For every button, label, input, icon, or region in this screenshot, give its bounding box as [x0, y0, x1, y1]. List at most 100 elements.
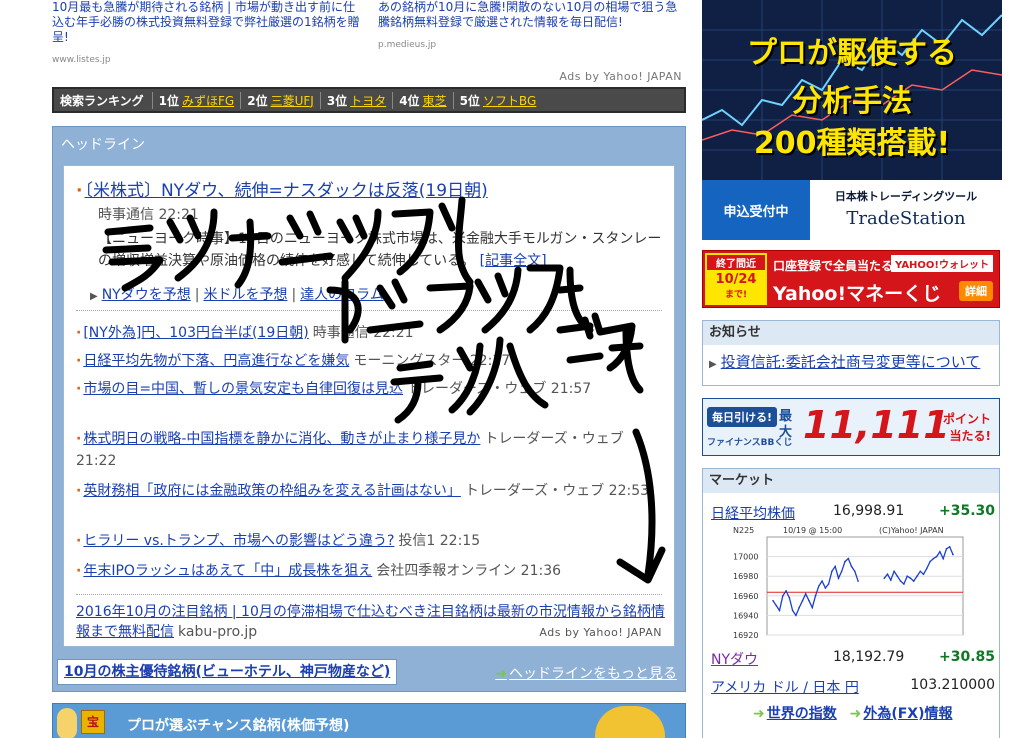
separator: |: [291, 287, 297, 303]
arrow-icon: ▶: [709, 359, 717, 370]
points-label: ポイント 当たる!: [943, 411, 991, 445]
shareholder-benefits-button[interactable]: 10月の株主優待銘柄(ビューホテル、神戸物産など): [57, 659, 398, 685]
ads-by-label[interactable]: Ads by Yahoo! JAPAN: [539, 626, 662, 639]
ts-brand-name: TradeStation: [846, 208, 966, 229]
news-link[interactable]: 株式明日の戦略-中国指標を静かに消化、動きが止まり様子見か: [83, 431, 480, 447]
ads-by-label[interactable]: Ads by Yahoo! JAPAN: [559, 70, 682, 83]
ranking-link[interactable]: 東芝: [423, 94, 447, 108]
arrow-right-icon: ➜: [495, 666, 507, 682]
notice-link[interactable]: 投資信託:委託会社商号変更等について: [721, 353, 981, 371]
ts-line1: プロが駆使する: [747, 36, 957, 71]
news-source: モーニングスター 22:17: [353, 353, 511, 369]
main-headline: · 〔米株式〕NYダウ、続伸=ナスダックは反落(19日朝): [76, 176, 488, 201]
chance-stocks-promo[interactable]: 宝 プロが選ぶチャンス銘柄(株価予想): [52, 703, 686, 738]
headline-box: ヘッドライン · 〔米株式〕NYダウ、続伸=ナスダックは反落(19日朝) 時事通信…: [52, 126, 686, 692]
predict-usd-link[interactable]: 米ドルを予想: [203, 287, 287, 303]
max-label: 最大: [779, 409, 793, 440]
ranking-item: 3位 トヨタ: [321, 91, 394, 109]
usdjpy-link[interactable]: アメリカ ドル / 日本 円: [711, 677, 859, 697]
apply-label[interactable]: 申込受付中: [702, 180, 810, 240]
rank-number: 4位: [399, 93, 420, 108]
treasure-badge: 宝: [81, 710, 105, 734]
predict-nydow-link[interactable]: NYダウを予想: [102, 287, 191, 303]
money-kuji-banner[interactable]: 終了間近 10/24 まで! 口座登録で全員当たる YAHOO!ウォレット Ya…: [702, 250, 1000, 308]
bullet-icon: ·: [76, 325, 82, 341]
notice-box: お知らせ ▶ 投資信託:委託会社商号変更等について: [702, 320, 1000, 386]
headline-sublinks: ▶ NYダウを予想 | 米ドルを予想 | 達人のコラム: [90, 284, 384, 304]
mainichi-kuji-banner[interactable]: 毎日引ける! ファイナンスBBくじ 最大 11,111 ポイント 当たる!: [702, 398, 1000, 456]
full-article-link[interactable]: [記事全文]: [480, 253, 547, 269]
ad-right[interactable]: あの銘柄が10月に急騰!閑散のない10月の相場で狙う急騰銘柄無料登録で厳選された…: [378, 0, 688, 53]
summary-text: 【ニューヨーク時事】19日のニューヨーク株式市場は、米金融大手モルガン・スタンレ…: [98, 231, 662, 269]
ranking-link[interactable]: ソフトBG: [483, 94, 536, 108]
tradestation-banner[interactable]: プロが駆使する 分析手法 200種類搭載! 申込受付中 日本株トレーディングツー…: [702, 0, 1002, 240]
notice-item: ▶ 投資信託:委託会社商号変更等について: [703, 345, 999, 372]
news-item: · 日経平均先物が下落、円高進行などを嫌気 モーニングスター 22:17: [76, 350, 666, 372]
headline-title: ヘッドライン: [61, 137, 145, 153]
ranking-item: 2位 三菱UFJ: [241, 91, 321, 109]
y-tick-label: 17000: [733, 553, 758, 562]
news-item: · 株式明日の戦略-中国指標を静かに消化、動きが止まり様子見か トレーダーズ・ウェブ…: [76, 428, 666, 472]
deadline-label: 終了間近: [707, 255, 765, 270]
more-headlines-link[interactable]: ➜ ヘッドラインをもっと見る: [495, 663, 677, 683]
ts-line3: 200種類搭載!: [753, 126, 951, 161]
news-item: · 年末IPOラッシュはあえて「中」成長株を狙え 会社四季報オンライン 21:36: [76, 560, 666, 582]
bullet-icon: ·: [76, 563, 82, 579]
y-tick-label: 16920: [733, 631, 758, 640]
world-index-link[interactable]: 世界の指数: [767, 706, 837, 722]
bullet-icon: ·: [76, 431, 82, 447]
y-tick-label: 16980: [733, 572, 758, 581]
chart-date: 10/19 @ 15:00: [783, 526, 842, 535]
ad-right-url: p.medieus.jp: [378, 40, 437, 50]
chart-label: N225: [733, 526, 754, 535]
ranking-link[interactable]: みずほFG: [182, 94, 234, 108]
divider: [76, 594, 662, 595]
ranking-link[interactable]: トヨタ: [350, 94, 386, 108]
deadline-suffix: まで!: [724, 290, 748, 300]
detail-button[interactable]: 詳細: [959, 281, 993, 301]
market-links: ➜ 世界の指数 ➜ 外為(FX)情報: [753, 703, 953, 723]
nydow-link[interactable]: NYダウ: [711, 649, 758, 669]
nikkei-value: 16,998.91: [833, 503, 905, 519]
ranking-link[interactable]: 三菱UFJ: [271, 94, 314, 108]
expert-column-link[interactable]: 達人のコラム: [300, 287, 384, 303]
character-figure-icon: [57, 708, 77, 738]
rank-number: 2位: [247, 93, 268, 108]
main-headline-link[interactable]: 〔米株式〕NYダウ、続伸=ナスダックは反落(19日朝): [84, 181, 487, 201]
yahoo-wallet-logo: YAHOO!ウォレット: [891, 255, 993, 272]
usdjpy-value: 103.210000: [910, 677, 995, 693]
deadline-box: 終了間近 10/24 まで!: [705, 253, 767, 305]
news-source: トレーダーズ・ウェブ 21:57: [407, 381, 592, 397]
money-kuji-top: 口座登録で全員当たる: [773, 259, 894, 273]
news-link[interactable]: 日経平均先物が下落、円高進行などを嫌気: [83, 353, 349, 369]
y-tick-label: 16960: [733, 592, 758, 601]
news-source: 投信1 22:15: [398, 533, 481, 549]
news-link[interactable]: ヒラリー vs.トランプ、市場への影響はどう違う?: [83, 533, 394, 549]
news-link[interactable]: 市場の目=中国、暫しの景気安定も自律回復は見込: [83, 381, 403, 397]
bullet-icon: ·: [76, 353, 82, 369]
more-headlines-label[interactable]: ヘッドラインをもっと見る: [509, 666, 677, 682]
win-word: 当たる!: [949, 429, 991, 443]
arrow-right-icon: ➜: [849, 706, 862, 722]
search-ranking-bar: 検索ランキング 1位 みずほFG 2位 三菱UFJ 3位 トヨタ 4位 東芝 5位 ソフト…: [52, 87, 686, 113]
nikkei-link[interactable]: 日経平均株価: [711, 503, 795, 523]
top-ads: 10月最も急騰が期待される銘柄 | 市場が動き出す前に仕込む年手必勝の株式投資無…: [52, 0, 686, 86]
news-link[interactable]: [NY外為]円、103円台半ば(19日朝): [83, 325, 308, 341]
ranking-item: 1位 みずほFG: [153, 91, 242, 109]
mainichi-logo: 毎日引ける!: [707, 407, 778, 427]
arrow-right-icon: ➜: [753, 706, 765, 722]
nikkei-change: +35.30: [938, 503, 995, 519]
arrow-icon: ▶: [90, 291, 98, 302]
ad-left-url: www.listes.jp: [52, 55, 111, 65]
news-link[interactable]: 英財務相「政府には金融政策の枠組みを変える計画はない」: [83, 483, 461, 499]
ranking-item: 4位 東芝: [393, 91, 454, 109]
news-link[interactable]: 年末IPOラッシュはあえて「中」成長株を狙え: [83, 563, 372, 579]
fx-info-link[interactable]: 外為(FX)情報: [863, 706, 952, 722]
ad-right-text[interactable]: あの銘柄が10月に急騰!閑散のない10月の相場で狙う急騰銘柄無料登録で厳選された…: [378, 0, 688, 30]
promo-text[interactable]: プロが選ぶチャンス銘柄(株価予想): [127, 715, 349, 735]
rank-number: 1位: [158, 93, 180, 108]
news-source: 時事通信 22:21: [312, 325, 414, 341]
ad-left-text[interactable]: 10月最も急騰が期待される銘柄 | 市場が動き出す前に仕込む年手必勝の株式投資無…: [52, 0, 362, 45]
ad-left[interactable]: 10月最も急騰が期待される銘柄 | 市場が動き出す前に仕込む年手必勝の株式投資無…: [52, 0, 362, 68]
nikkei-intraday-chart[interactable]: N225 10/19 @ 15:00 (C)Yahoo! JAPAN 17000…: [731, 525, 971, 643]
